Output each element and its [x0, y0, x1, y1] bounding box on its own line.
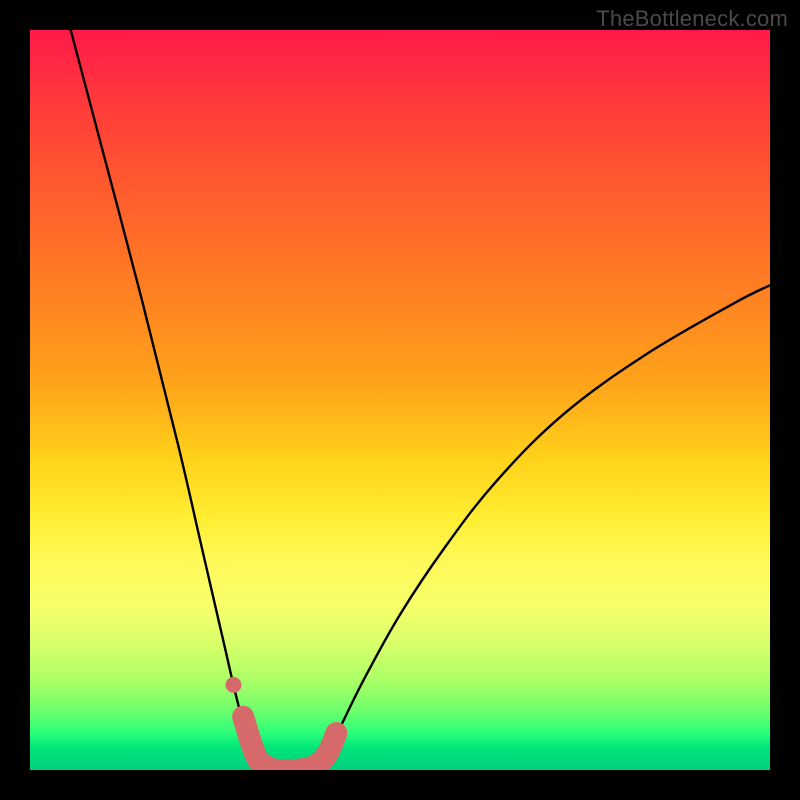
curve-layer: [30, 30, 770, 770]
chart-frame: TheBottleneck.com: [0, 0, 800, 800]
detached-dot: [226, 677, 242, 693]
bottleneck-curve: [71, 30, 770, 770]
plot-area: [30, 30, 770, 770]
watermark-text: TheBottleneck.com: [596, 6, 788, 32]
trough-marker: [243, 717, 336, 770]
